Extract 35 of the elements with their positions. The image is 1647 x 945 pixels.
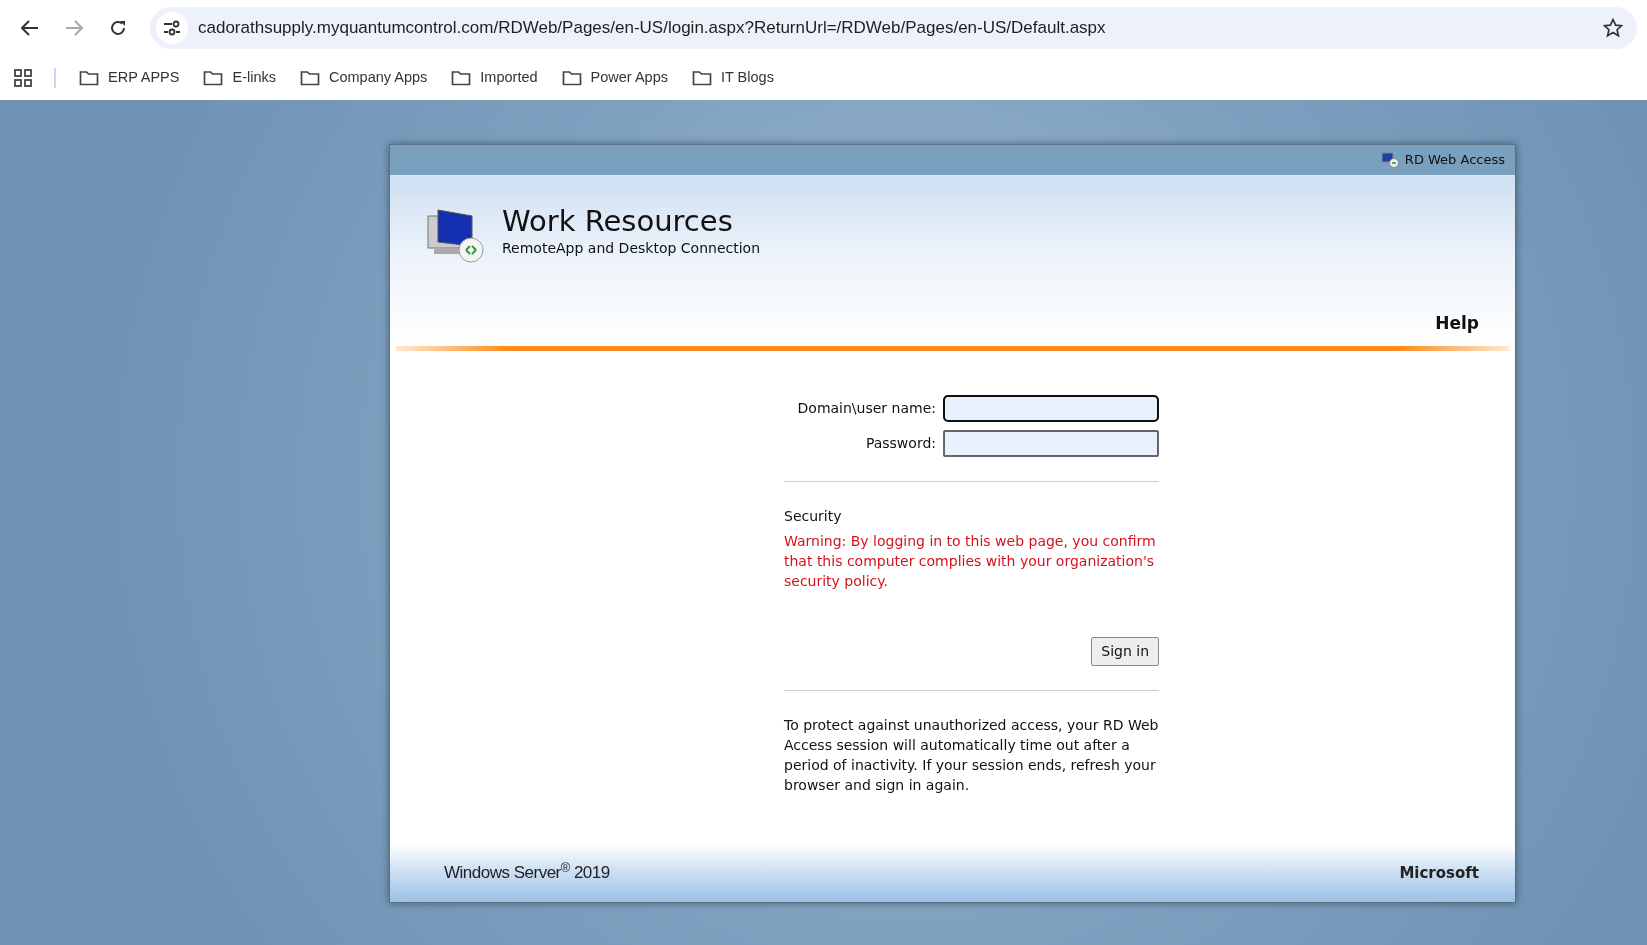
windows-server-logo: Windows Server$^{®}$ 2019 (444, 860, 610, 885)
url-text: cadorathsupply.myquantumcontrol.com/RDWeb/Pages/en-US/login.aspx?ReturnUrl=/RDWeb/Pages/en-US/Default.aspx (198, 17, 1106, 40)
folder-icon (203, 70, 224, 86)
bookmark-star-icon[interactable] (1603, 18, 1623, 38)
password-field[interactable] (943, 430, 1159, 457)
page-title: Work Resources (502, 206, 734, 238)
reload-icon[interactable] (109, 19, 127, 37)
bookmark-folder[interactable]: ERP APPS (70, 63, 189, 93)
bookmark-folder[interactable]: Company Apps (291, 63, 437, 93)
bookmark-folder[interactable]: Power Apps (552, 63, 677, 93)
bookmark-folder[interactable]: IT Blogs (682, 63, 783, 93)
page-subtitle: RemoteApp and Desktop Connection (502, 238, 760, 258)
address-bar[interactable]: cadorathsupply.myquantumcontrol.com/RDWeb/Pages/en-US/login.aspx?ReturnUrl=/RDWeb/Pages/en-US/Default.aspx (150, 7, 1637, 49)
username-field[interactable] (943, 395, 1159, 422)
folder-icon (691, 70, 712, 86)
remote-desktop-icon (1380, 152, 1399, 168)
apps-grid-icon[interactable] (14, 69, 32, 87)
bookmark-folder[interactable]: E-links (194, 63, 285, 93)
security-warning: Warning: By logging in to this web page, you confirm that this computer complies with your organization's security policy. (784, 532, 1157, 591)
microsoft-logo: Microsoft (1399, 862, 1479, 884)
timeout-notice: To protect against unauthorized access, your RD Web Access session will automatically time out after a period of inactivity. If your session ends, refresh your browser and sign in again. (784, 716, 1159, 795)
back-icon[interactable] (21, 20, 39, 36)
site-settings-icon[interactable] (163, 20, 181, 36)
folder-icon (300, 70, 320, 86)
product-label: RD Web Access (1404, 151, 1505, 170)
field-label: Domain\user name: (796, 399, 937, 418)
remote-computer-icon (426, 206, 486, 264)
sign-in-button[interactable]: Sign in (1091, 637, 1159, 666)
folder-icon (79, 70, 99, 86)
folder-icon (451, 70, 472, 86)
bookmark-folder[interactable]: Imported (442, 63, 547, 93)
field-label: Password: (864, 434, 937, 453)
security-heading: Security (784, 507, 843, 526)
help-link[interactable]: Help (1435, 310, 1479, 336)
folder-icon (561, 70, 582, 86)
